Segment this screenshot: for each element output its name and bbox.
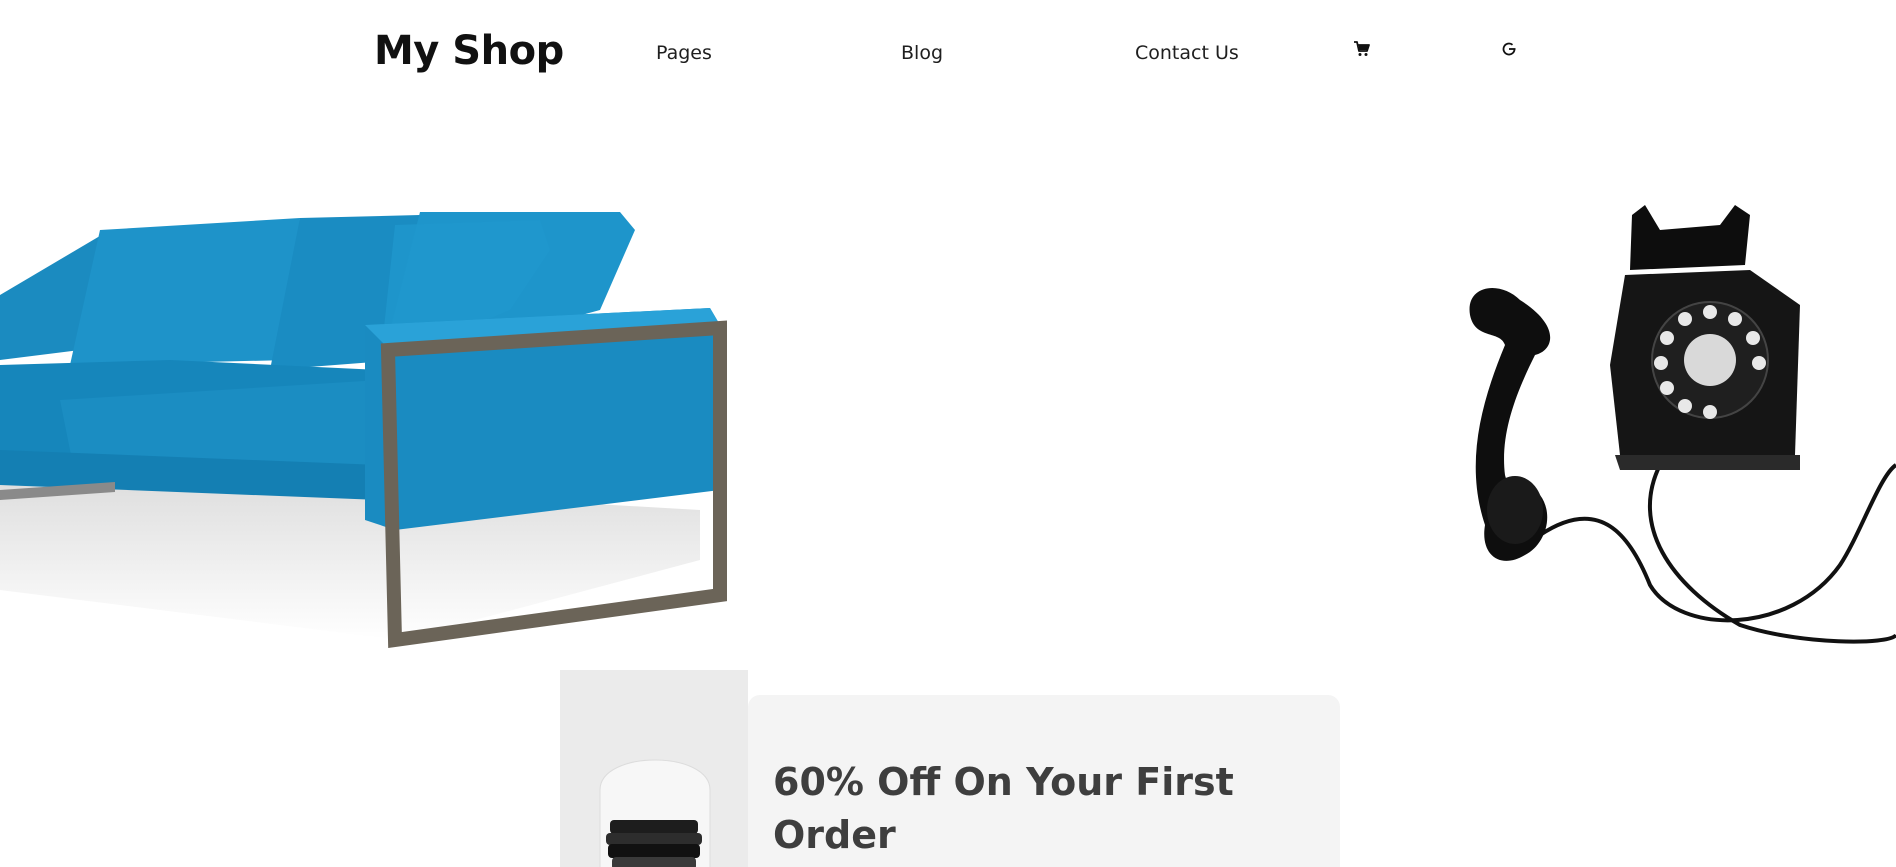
cart-icon[interactable] — [1353, 40, 1371, 58]
promo-title: 60% Off On Your First Order — [773, 756, 1243, 862]
shop-logo[interactable]: My Shop — [374, 28, 564, 74]
telephone-image — [1460, 205, 1896, 655]
nav-link-contact[interactable]: Contact Us — [1135, 42, 1239, 64]
nav-link-blog[interactable]: Blog — [901, 42, 943, 64]
sofa-image — [0, 200, 730, 660]
promo-title-text: 60% Off On Your First Order — [773, 760, 1234, 857]
refresh-icon[interactable] — [1500, 40, 1518, 58]
promo-image — [560, 670, 748, 867]
page: My Shop Pages Blog Contact Us 60% Off On… — [0, 0, 1896, 867]
nav-link-pages[interactable]: Pages — [656, 42, 712, 64]
